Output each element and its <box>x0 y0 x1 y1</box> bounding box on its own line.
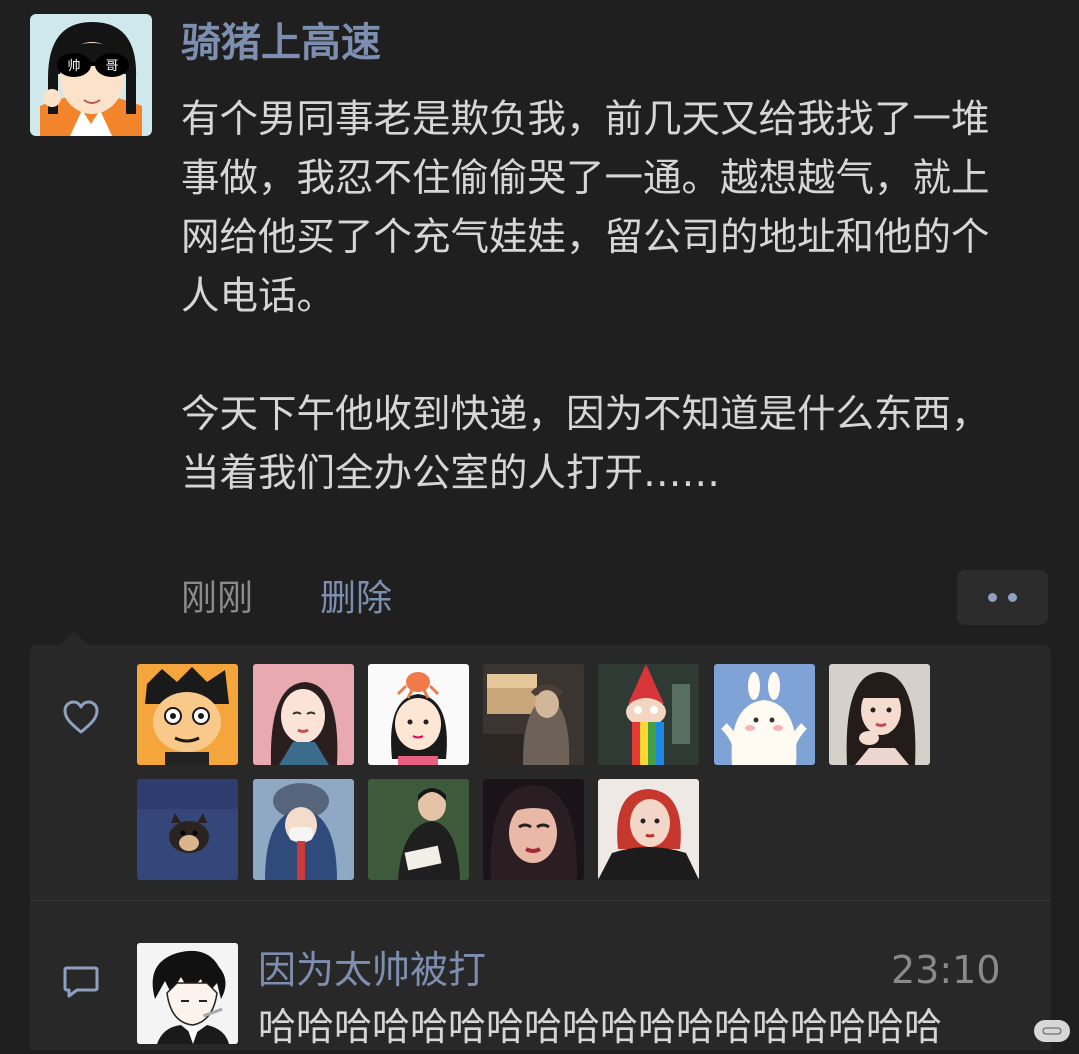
avatar-image <box>253 664 354 765</box>
post-author-name[interactable]: 骑猪上高速 <box>181 14 381 72</box>
avatar-image <box>253 779 354 880</box>
post-author-avatar[interactable]: 帅 哥 <box>30 14 152 136</box>
comment-timestamp: 23:10 <box>891 948 1001 992</box>
liker-avatar[interactable] <box>253 779 354 880</box>
commenter-avatar[interactable] <box>137 943 238 1044</box>
avatar-image <box>483 664 584 765</box>
avatar-badge-right: 哥 <box>105 59 118 74</box>
avatar-image <box>137 779 238 880</box>
watermark-badge <box>1034 1020 1070 1042</box>
liker-avatar[interactable] <box>598 664 699 765</box>
liker-avatar[interactable] <box>137 664 238 765</box>
liker-avatar[interactable] <box>483 779 584 880</box>
avatar-badge-left: 帅 <box>67 59 80 74</box>
post-paragraph: 有个男同事老是欺负我，前几天又给我找了一堆事做，我忍不住偷偷哭了一通。越想越气，… <box>181 97 990 319</box>
avatar-image <box>137 943 238 1044</box>
liker-avatar[interactable] <box>368 779 469 880</box>
commenter-name[interactable]: 因为太帅被打 <box>258 943 486 997</box>
avatar-image <box>598 664 699 765</box>
liker-avatar[interactable] <box>253 664 354 765</box>
post-content: 有个男同事老是欺负我，前几天又给我找了一堆事做，我忍不住偷偷哭了一通。越想越气，… <box>181 90 1011 503</box>
post-timestamp: 刚刚 <box>181 578 254 619</box>
watermark-icon <box>1042 1027 1062 1035</box>
heart-outline-icon <box>63 700 99 734</box>
avatar-image <box>368 779 469 880</box>
liker-avatar[interactable] <box>829 664 930 765</box>
liker-avatar[interactable] <box>137 779 238 880</box>
avatar-image <box>598 779 699 880</box>
liker-avatar[interactable] <box>483 664 584 765</box>
delete-button[interactable]: 删除 <box>320 572 392 626</box>
avatar-image <box>483 779 584 880</box>
comment-text: 哈哈哈哈哈哈哈哈哈哈哈哈哈哈哈哈哈哈 <box>258 1005 943 1049</box>
panel-arrow <box>58 632 90 646</box>
more-dots-icon <box>988 593 997 602</box>
comment-icon <box>63 966 99 998</box>
liker-avatar[interactable] <box>598 779 699 880</box>
avatar-image: 帅 哥 <box>30 14 152 136</box>
avatar-image <box>714 664 815 765</box>
more-options-button[interactable] <box>957 570 1048 625</box>
more-dots-icon <box>1008 593 1017 602</box>
post-paragraph: 今天下午他收到快递，因为不知道是什么东西，当着我们全办公室的人打开…… <box>181 392 990 496</box>
panel-divider <box>30 900 1051 901</box>
avatar-image <box>829 664 930 765</box>
avatar-image <box>368 664 469 765</box>
liker-avatar[interactable] <box>368 664 469 765</box>
liker-avatar[interactable] <box>714 664 815 765</box>
avatar-image <box>137 664 238 765</box>
